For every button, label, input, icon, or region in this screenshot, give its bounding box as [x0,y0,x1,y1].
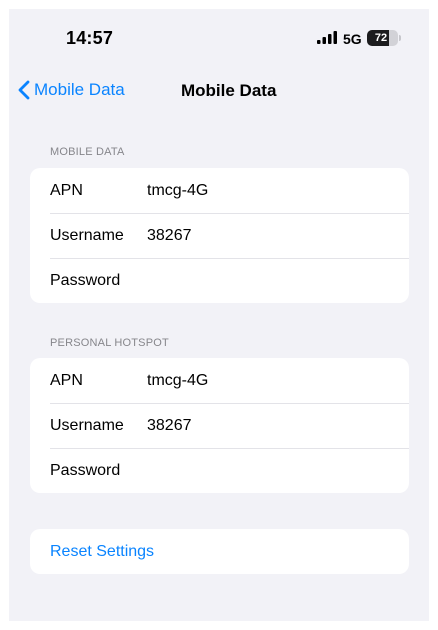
back-button[interactable]: Mobile Data [18,77,125,103]
battery-icon: 72 [367,30,403,46]
reset-group: Reset Settings [30,529,409,574]
navigation-bar: Mobile Data Mobile Data [9,73,429,107]
mobile-data-password-row[interactable]: Password [30,258,409,303]
reset-settings-label: Reset Settings [50,542,155,560]
reset-settings-button[interactable]: Reset Settings [30,529,409,574]
hotspot-apn-row[interactable]: APN tmcg-4G [30,358,409,403]
battery-level: 72 [374,32,388,44]
row-label: Password [50,461,121,479]
page-title: Mobile Data [181,81,277,100]
section-header-mobile-data: MOBILE DATA [50,146,125,158]
status-time: 14:57 [66,28,114,48]
username-field[interactable]: 38267 [147,417,409,435]
chevron-left-icon [18,80,30,100]
network-type-label: 5G [343,31,362,47]
row-label: Username [50,416,124,434]
row-label: APN [50,371,83,389]
row-label: Username [50,226,124,244]
apn-field[interactable]: tmcg-4G [147,182,409,200]
mobile-data-group: APN tmcg-4G Username 38267 Password [30,168,409,303]
apn-field[interactable]: tmcg-4G [147,372,409,390]
battery-tip [399,35,401,41]
section-header-personal-hotspot: PERSONAL HOTSPOT [50,337,169,349]
username-field[interactable]: 38267 [147,227,409,245]
settings-screen: 14:57 5G 72 Mobile Data Mobile Data MOBI… [9,9,429,621]
hotspot-username-row[interactable]: Username 38267 [30,403,409,448]
row-label: Password [50,271,121,289]
battery-body: 72 [367,30,398,46]
mobile-data-apn-row[interactable]: APN tmcg-4G [30,168,409,213]
hotspot-password-row[interactable]: Password [30,448,409,493]
row-label: APN [50,181,83,199]
mobile-data-username-row[interactable]: Username 38267 [30,213,409,258]
personal-hotspot-group: APN tmcg-4G Username 38267 Password [30,358,409,493]
cellular-signal-icon [317,31,337,44]
status-bar: 14:57 5G 72 [9,9,429,53]
back-button-label: Mobile Data [34,80,125,99]
